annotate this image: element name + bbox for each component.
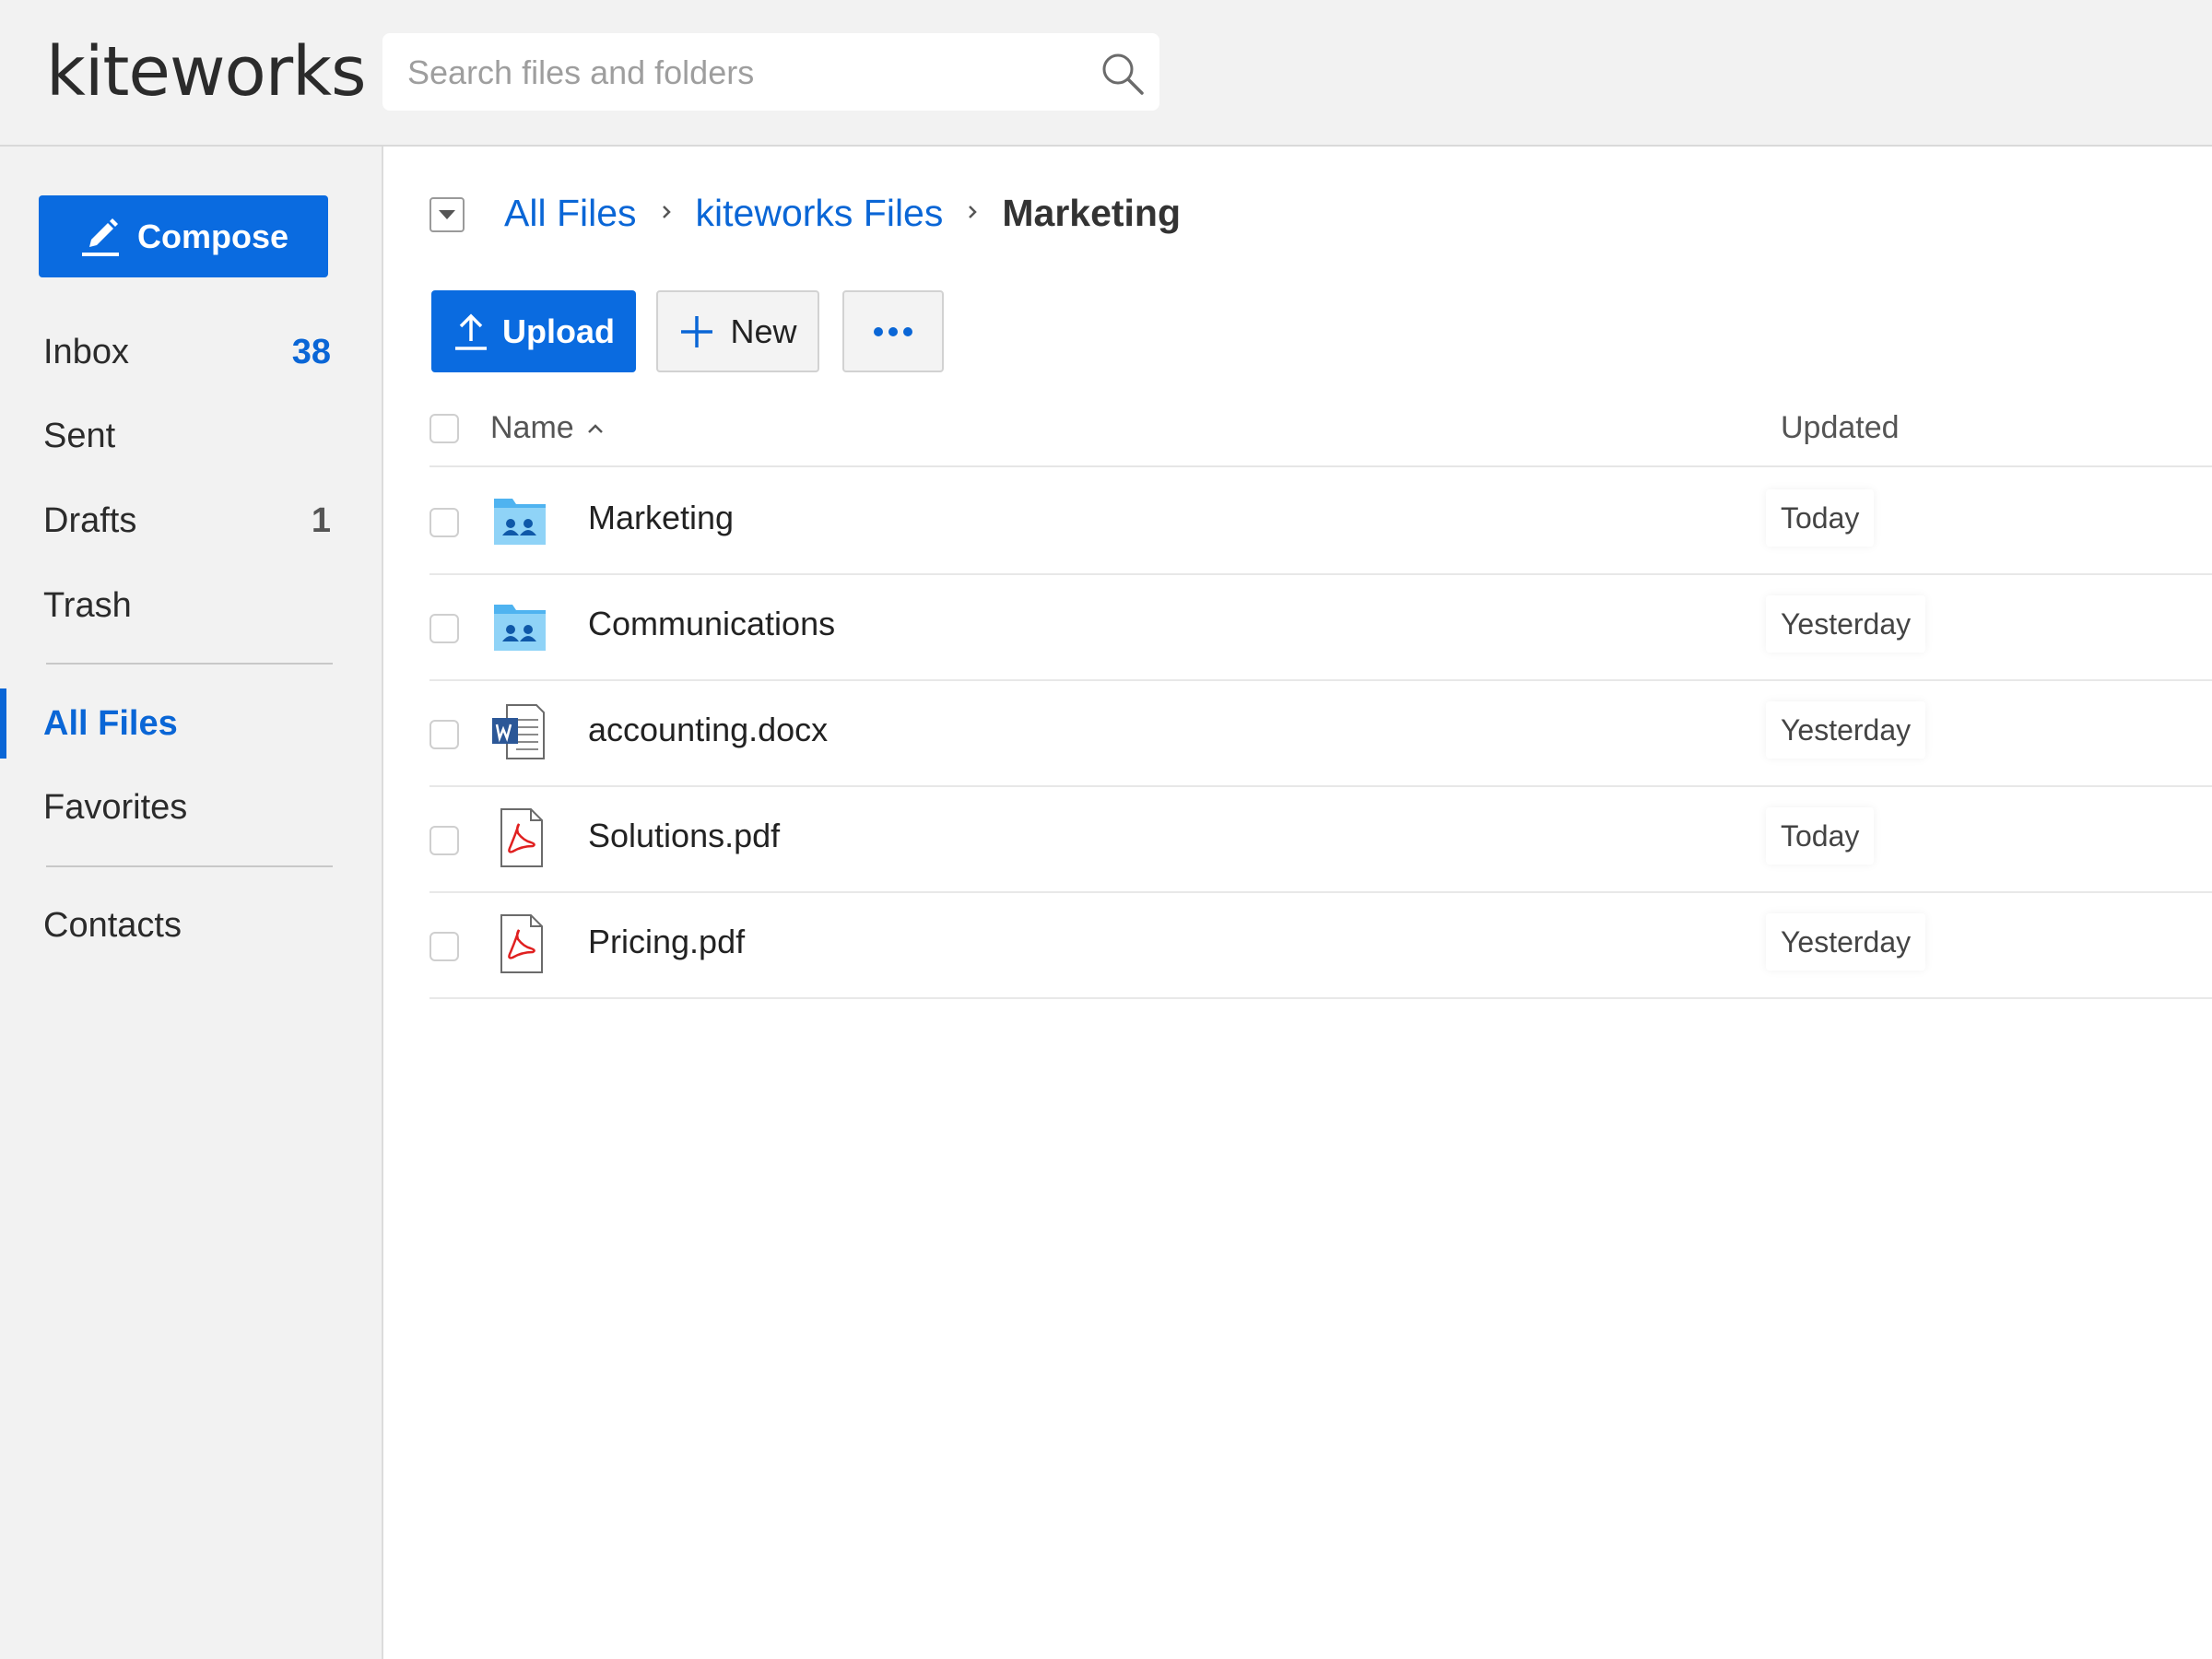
sidebar-item-label: Drafts bbox=[43, 500, 137, 540]
sidebar-item-inbox[interactable]: Inbox 38 bbox=[0, 320, 382, 384]
more-dots-icon bbox=[874, 326, 912, 336]
updated-date: Today bbox=[1766, 807, 1875, 865]
sidebar-divider bbox=[46, 663, 333, 665]
new-label: New bbox=[730, 312, 797, 350]
plus-icon bbox=[681, 315, 713, 347]
table-row[interactable]: Marketing Today bbox=[429, 467, 2212, 575]
updated-date: Yesterday bbox=[1766, 913, 1926, 971]
search-input[interactable] bbox=[406, 33, 1091, 112]
sidebar-item-sent[interactable]: Sent bbox=[0, 404, 382, 468]
file-name[interactable]: accounting.docx bbox=[588, 711, 828, 749]
sidebar-item-trash[interactable]: Trash bbox=[0, 573, 382, 638]
updated-date: Yesterday bbox=[1766, 595, 1926, 653]
shared-folder-icon bbox=[494, 499, 546, 545]
breadcrumb-current: Marketing bbox=[1002, 191, 1182, 234]
file-name[interactable]: Pricing.pdf bbox=[588, 923, 745, 961]
sidebar-item-favorites[interactable]: Favorites bbox=[0, 775, 382, 840]
table-header: Name Updated bbox=[429, 395, 2212, 467]
updated-date: Yesterday bbox=[1766, 701, 1926, 759]
word-document-icon bbox=[492, 704, 545, 759]
upload-button[interactable]: Upload bbox=[431, 290, 636, 372]
sidebar-item-label: All Files bbox=[43, 703, 178, 743]
upload-label: Upload bbox=[502, 312, 615, 350]
breadcrumb: All Files kiteworks Files Marketing bbox=[504, 185, 1181, 241]
table-row[interactable]: Communications Yesterday bbox=[429, 573, 2212, 681]
main-content: All Files kiteworks Files Marketing Uplo… bbox=[383, 147, 2212, 1659]
sidebar-item-label: Contacts bbox=[43, 905, 182, 945]
upload-icon bbox=[455, 313, 487, 350]
compose-button[interactable]: Compose bbox=[39, 195, 328, 277]
row-checkbox[interactable] bbox=[429, 826, 459, 855]
updated-column-header[interactable]: Updated bbox=[1781, 410, 1900, 446]
top-bar: kiteworks bbox=[0, 0, 2212, 147]
unread-count-badge: 38 bbox=[291, 332, 331, 371]
sort-ascending-icon bbox=[587, 423, 603, 433]
name-column-label: Name bbox=[490, 410, 574, 445]
row-checkbox[interactable] bbox=[429, 932, 459, 961]
breadcrumb-dropdown-button[interactable] bbox=[429, 197, 465, 232]
app-logo[interactable]: kiteworks bbox=[46, 28, 367, 116]
file-name[interactable]: Solutions.pdf bbox=[588, 817, 780, 855]
table-row[interactable]: Solutions.pdf Today bbox=[429, 785, 2212, 893]
row-checkbox[interactable] bbox=[429, 508, 459, 537]
chevron-right-icon bbox=[969, 206, 978, 218]
row-checkbox[interactable] bbox=[429, 720, 459, 749]
sidebar-item-label: Trash bbox=[43, 585, 132, 625]
sidebar: Compose Inbox 38 Sent Drafts 1 Trash All… bbox=[0, 147, 383, 1659]
updated-date: Today bbox=[1766, 489, 1875, 547]
search-box[interactable] bbox=[382, 33, 1159, 112]
sidebar-divider bbox=[46, 865, 333, 867]
select-all-checkbox[interactable] bbox=[429, 414, 459, 443]
compose-label: Compose bbox=[136, 217, 289, 255]
table-row[interactable]: Pricing.pdf Yesterday bbox=[429, 891, 2212, 999]
chevron-right-icon bbox=[662, 206, 671, 218]
sidebar-item-all-files[interactable]: All Files bbox=[0, 688, 382, 759]
row-checkbox[interactable] bbox=[429, 614, 459, 643]
pdf-file-icon bbox=[500, 914, 543, 973]
drafts-count-badge: 1 bbox=[311, 500, 331, 540]
file-name[interactable]: Communications bbox=[588, 605, 835, 643]
search-icon[interactable] bbox=[1099, 50, 1147, 98]
sidebar-item-drafts[interactable]: Drafts 1 bbox=[0, 488, 382, 553]
breadcrumb-kiteworks-files[interactable]: kiteworks Files bbox=[696, 192, 944, 235]
sidebar-item-label: Inbox bbox=[43, 332, 129, 371]
sidebar-item-label: Sent bbox=[43, 416, 116, 455]
pdf-file-icon bbox=[500, 808, 543, 867]
file-name[interactable]: Marketing bbox=[588, 499, 734, 537]
table-row[interactable]: accounting.docx Yesterday bbox=[429, 679, 2212, 787]
sidebar-item-contacts[interactable]: Contacts bbox=[0, 893, 382, 958]
shared-folder-icon bbox=[494, 605, 546, 651]
sidebar-item-label: Favorites bbox=[43, 787, 188, 827]
pencil-icon bbox=[81, 218, 119, 256]
breadcrumb-all-files[interactable]: All Files bbox=[504, 192, 637, 235]
new-button[interactable]: New bbox=[656, 290, 819, 372]
more-actions-button[interactable] bbox=[842, 290, 944, 372]
name-column-header[interactable]: Name bbox=[490, 410, 606, 446]
